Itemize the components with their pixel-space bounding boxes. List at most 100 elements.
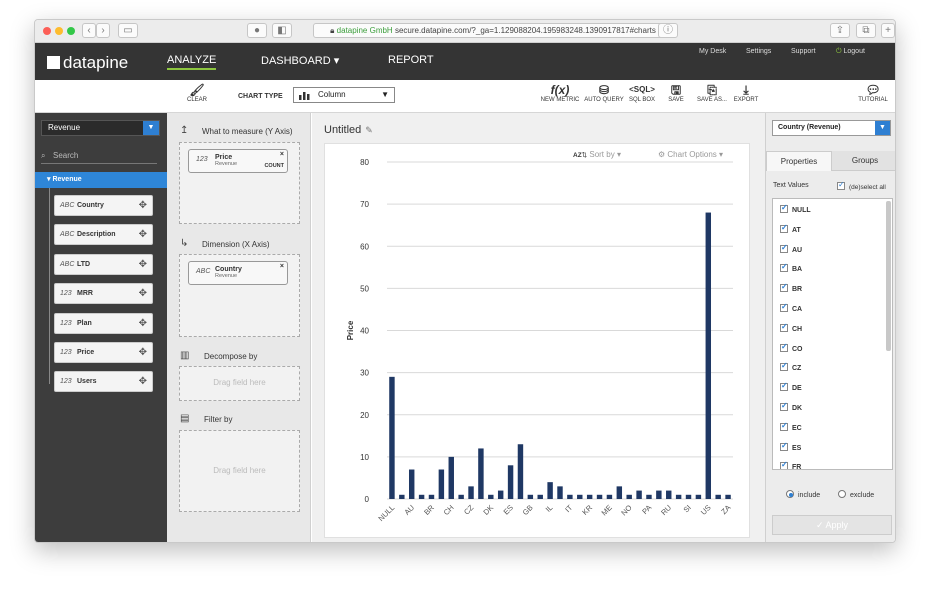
- save-button[interactable]: 🖫 SAVE: [663, 83, 689, 103]
- nav-report[interactable]: REPORT: [388, 54, 434, 66]
- save-as-button[interactable]: ⎘ SAVE AS...: [695, 83, 729, 103]
- new-metric-button[interactable]: f(x) NEW METRIC: [539, 83, 581, 103]
- checkbox-checked-icon[interactable]: [780, 203, 788, 213]
- value-item[interactable]: AU: [780, 243, 802, 254]
- value-item[interactable]: DE: [780, 381, 802, 392]
- save-as-label: SAVE AS...: [697, 97, 727, 103]
- tutorial-button[interactable]: 💬︎ TUTORIAL: [857, 83, 889, 103]
- x-tick-label: ZA: [719, 503, 732, 516]
- checkbox-checked-icon[interactable]: [780, 342, 788, 352]
- bar-it: [567, 494, 573, 499]
- field-label: Country: [77, 202, 104, 209]
- value-item[interactable]: EC: [780, 421, 802, 432]
- field-country[interactable]: ABC Country ✥: [54, 195, 153, 216]
- settings-link[interactable]: Settings: [746, 48, 771, 55]
- download-icon: ⤓: [743, 83, 749, 97]
- value-item[interactable]: NULL: [780, 203, 811, 214]
- checkbox-checked-icon[interactable]: [780, 302, 788, 312]
- value-item[interactable]: CO: [780, 342, 803, 353]
- tab-groups[interactable]: Groups: [832, 151, 895, 171]
- field-mrr[interactable]: 123 MRR ✥: [54, 283, 153, 304]
- measure-section-title: ↥ What to measure (Y Axis): [180, 125, 293, 136]
- my-desk-link[interactable]: My Desk: [699, 48, 726, 55]
- value-item[interactable]: CH: [780, 322, 802, 333]
- filter-dropzone[interactable]: Drag field here: [179, 430, 300, 512]
- aggregation-label[interactable]: COUNT: [264, 163, 284, 169]
- measure-pill-price[interactable]: 123 Price Revenue × COUNT: [188, 149, 288, 173]
- apply-button[interactable]: ✓ Apply: [772, 515, 892, 535]
- value-list-scrollbar[interactable]: [886, 201, 891, 351]
- value-item[interactable]: DK: [780, 401, 802, 412]
- checkbox-checked-icon[interactable]: [780, 262, 788, 273]
- new-tab-icon[interactable]: +: [881, 23, 895, 38]
- tabs-icon[interactable]: ⧉: [856, 23, 876, 38]
- edit-icon[interactable]: ✎: [365, 125, 373, 135]
- value-list[interactable]: NULL AT AU BA BR CA CH CO CZ DE DK EC ES FR: [772, 198, 893, 470]
- decompose-dropzone[interactable]: Drag field here: [179, 366, 300, 401]
- value-item[interactable]: CA: [780, 302, 802, 313]
- column-select[interactable]: Country (Revenue) ▼: [772, 120, 891, 136]
- logout-link[interactable]: ⏻ Logout: [836, 48, 865, 56]
- checkbox-checked-icon[interactable]: [780, 243, 788, 253]
- remove-icon[interactable]: ×: [280, 263, 284, 270]
- field-ltd[interactable]: ABC LTD ✥: [54, 254, 153, 275]
- field-plan[interactable]: 123 Plan ✥: [54, 313, 153, 334]
- back-icon[interactable]: ‹: [82, 23, 96, 38]
- clear-button[interactable]: 🖌︎ CLEAR: [185, 83, 209, 103]
- maximize-window-icon[interactable]: [67, 27, 75, 35]
- bar-br: [428, 494, 435, 499]
- measure-dropzone[interactable]: 123 Price Revenue × COUNT: [179, 142, 300, 224]
- value-item[interactable]: BA: [780, 262, 802, 273]
- chart-type-select[interactable]: Column ▼: [293, 87, 395, 103]
- field-description[interactable]: ABC Description ✥: [54, 224, 153, 245]
- value-item[interactable]: AT: [780, 223, 801, 234]
- value-item[interactable]: CZ: [780, 361, 801, 372]
- chart-title-row[interactable]: Untitled ✎: [324, 124, 373, 136]
- checkbox-checked-icon[interactable]: [780, 441, 788, 451]
- logo[interactable]: datapine: [47, 53, 128, 73]
- checkbox-checked-icon[interactable]: [780, 381, 788, 392]
- support-link[interactable]: Support: [791, 48, 816, 55]
- tab-properties[interactable]: Properties: [766, 151, 832, 171]
- measure-title-text: What to measure (Y Axis): [202, 127, 293, 136]
- remove-icon[interactable]: ×: [280, 151, 284, 158]
- deselect-all-checkbox[interactable]: (de)select all: [837, 180, 886, 191]
- sql-box-button[interactable]: <SQL> SQL BOX: [626, 83, 658, 103]
- forward-icon[interactable]: ›: [96, 23, 110, 38]
- value-item[interactable]: ES: [780, 441, 801, 452]
- checkbox-checked-icon[interactable]: [780, 282, 788, 293]
- checkbox-checked-icon[interactable]: [780, 223, 788, 233]
- minimize-window-icon[interactable]: [55, 27, 63, 35]
- checkbox-checked-icon[interactable]: [780, 401, 788, 411]
- export-button[interactable]: ⤓ EXPORT: [732, 83, 760, 103]
- field-search-input[interactable]: ⌕ Search: [41, 151, 157, 164]
- bar-ba: [418, 494, 425, 499]
- address-bar[interactable]: 🔒︎ datapine GmbH secure.datapine.com/?_g…: [313, 23, 673, 38]
- dimension-dropzone[interactable]: ABC Country Revenue ×: [179, 254, 300, 337]
- auto-query-button[interactable]: ⛁ AUTO QUERY: [583, 83, 625, 103]
- checkbox-checked-icon[interactable]: [780, 361, 788, 372]
- extension-icon[interactable]: ◧: [272, 23, 292, 38]
- value-item[interactable]: FR: [780, 460, 801, 469]
- checkbox-checked-icon[interactable]: [780, 421, 788, 431]
- nav-dashboard[interactable]: DASHBOARD ▾: [261, 54, 339, 67]
- datasource-select[interactable]: Revenue ▼: [41, 120, 160, 136]
- include-radio[interactable]: include: [786, 490, 820, 499]
- value-item[interactable]: BR: [780, 282, 802, 293]
- table-node-revenue[interactable]: ▾ Revenue: [35, 172, 167, 188]
- field-users[interactable]: 123 Users ✥: [54, 371, 153, 392]
- chart-type-label: CHART TYPE: [238, 93, 283, 100]
- info-icon[interactable]: ⓘ: [658, 23, 678, 38]
- dimension-pill-country[interactable]: ABC Country Revenue ×: [188, 261, 288, 285]
- exclude-radio[interactable]: exclude: [838, 490, 874, 499]
- share-icon[interactable]: ⇪: [830, 23, 850, 38]
- checkbox-checked-icon[interactable]: [780, 460, 788, 469]
- privacy-icon[interactable]: ●: [247, 23, 267, 38]
- field-price[interactable]: 123 Price ✥: [54, 342, 153, 363]
- chart-title[interactable]: Untitled: [324, 124, 361, 136]
- chart-toolbar: 🖌︎ CLEAR CHART TYPE Column ▼ f(x) NEW METR…: [35, 80, 895, 113]
- sidebar-toggle-icon[interactable]: ▭: [118, 23, 138, 38]
- checkbox-checked-icon[interactable]: [780, 322, 788, 332]
- nav-analyze[interactable]: ANALYZE: [167, 54, 217, 70]
- close-window-icon[interactable]: [43, 27, 51, 35]
